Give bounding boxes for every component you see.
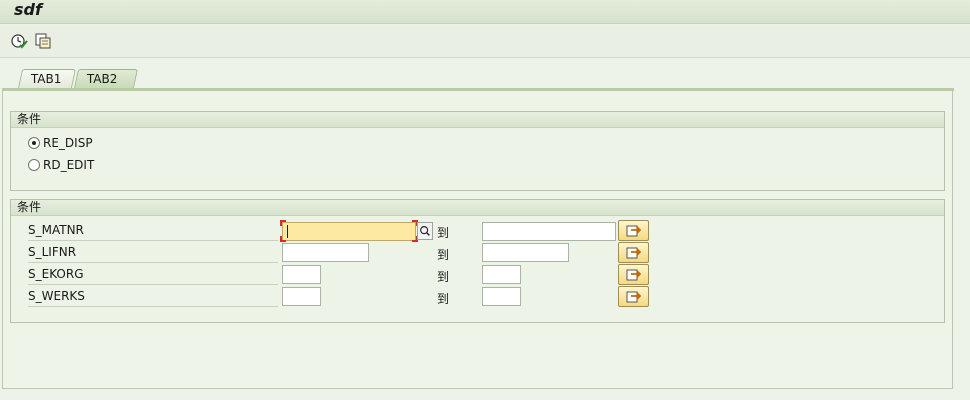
focus-marker: [280, 236, 286, 242]
radio-re-disp[interactable]: RE_DISP: [28, 135, 93, 151]
label-s-matnr: S_MATNR: [28, 222, 278, 241]
arrow-right-icon: [626, 269, 642, 281]
execute-icon[interactable]: [10, 32, 28, 50]
to-label: 到: [437, 292, 450, 306]
s-matnr-low-input[interactable]: [282, 222, 416, 241]
multiple-selection-button[interactable]: [618, 286, 649, 307]
selection-group-radios: 条件: [10, 111, 945, 191]
text-cursor: [287, 225, 288, 238]
to-label: 到: [437, 270, 450, 284]
multiple-selection-button[interactable]: [618, 264, 649, 285]
tab-tab1[interactable]: TAB1: [17, 69, 77, 88]
group-title: 条件: [11, 112, 944, 128]
tab-tab2[interactable]: TAB2: [73, 69, 139, 88]
multiple-selection-button[interactable]: [618, 242, 649, 263]
s-lifnr-high-input[interactable]: [482, 243, 569, 262]
group-title: 条件: [11, 200, 944, 216]
s-ekorg-low-input[interactable]: [282, 265, 321, 284]
radio-label: RD_EDIT: [43, 158, 95, 172]
search-help-icon[interactable]: [417, 222, 433, 240]
radio-rd-edit[interactable]: RD_EDIT: [28, 157, 94, 173]
s-werks-high-input[interactable]: [482, 287, 521, 306]
radio-button[interactable]: [28, 137, 40, 149]
focus-marker: [280, 220, 286, 226]
s-ekorg-high-input[interactable]: [482, 265, 521, 284]
arrow-right-icon: [626, 247, 642, 259]
variant-icon[interactable]: [34, 32, 52, 50]
title-bar: sdf: [0, 0, 970, 24]
arrow-right-icon: [626, 291, 642, 303]
s-matnr-high-input[interactable]: [482, 222, 616, 241]
arrow-right-icon: [626, 225, 642, 237]
label-s-lifnr: S_LIFNR: [28, 244, 278, 263]
tab-label: TAB2: [86, 72, 118, 86]
s-werks-low-input[interactable]: [282, 287, 321, 306]
to-label: 到: [437, 226, 450, 240]
label-s-ekorg: S_EKORG: [28, 266, 278, 285]
radio-label: RE_DISP: [43, 136, 93, 150]
label-s-werks: S_WERKS: [28, 288, 278, 307]
multiple-selection-button[interactable]: [618, 220, 649, 241]
s-lifnr-low-input[interactable]: [282, 243, 369, 262]
tab-label: TAB1: [30, 72, 62, 86]
window-title: sdf: [14, 0, 42, 19]
radio-button[interactable]: [28, 159, 40, 171]
tab-strip: TAB1 TAB2: [0, 60, 970, 90]
to-label: 到: [437, 248, 450, 262]
application-toolbar: [0, 25, 970, 58]
